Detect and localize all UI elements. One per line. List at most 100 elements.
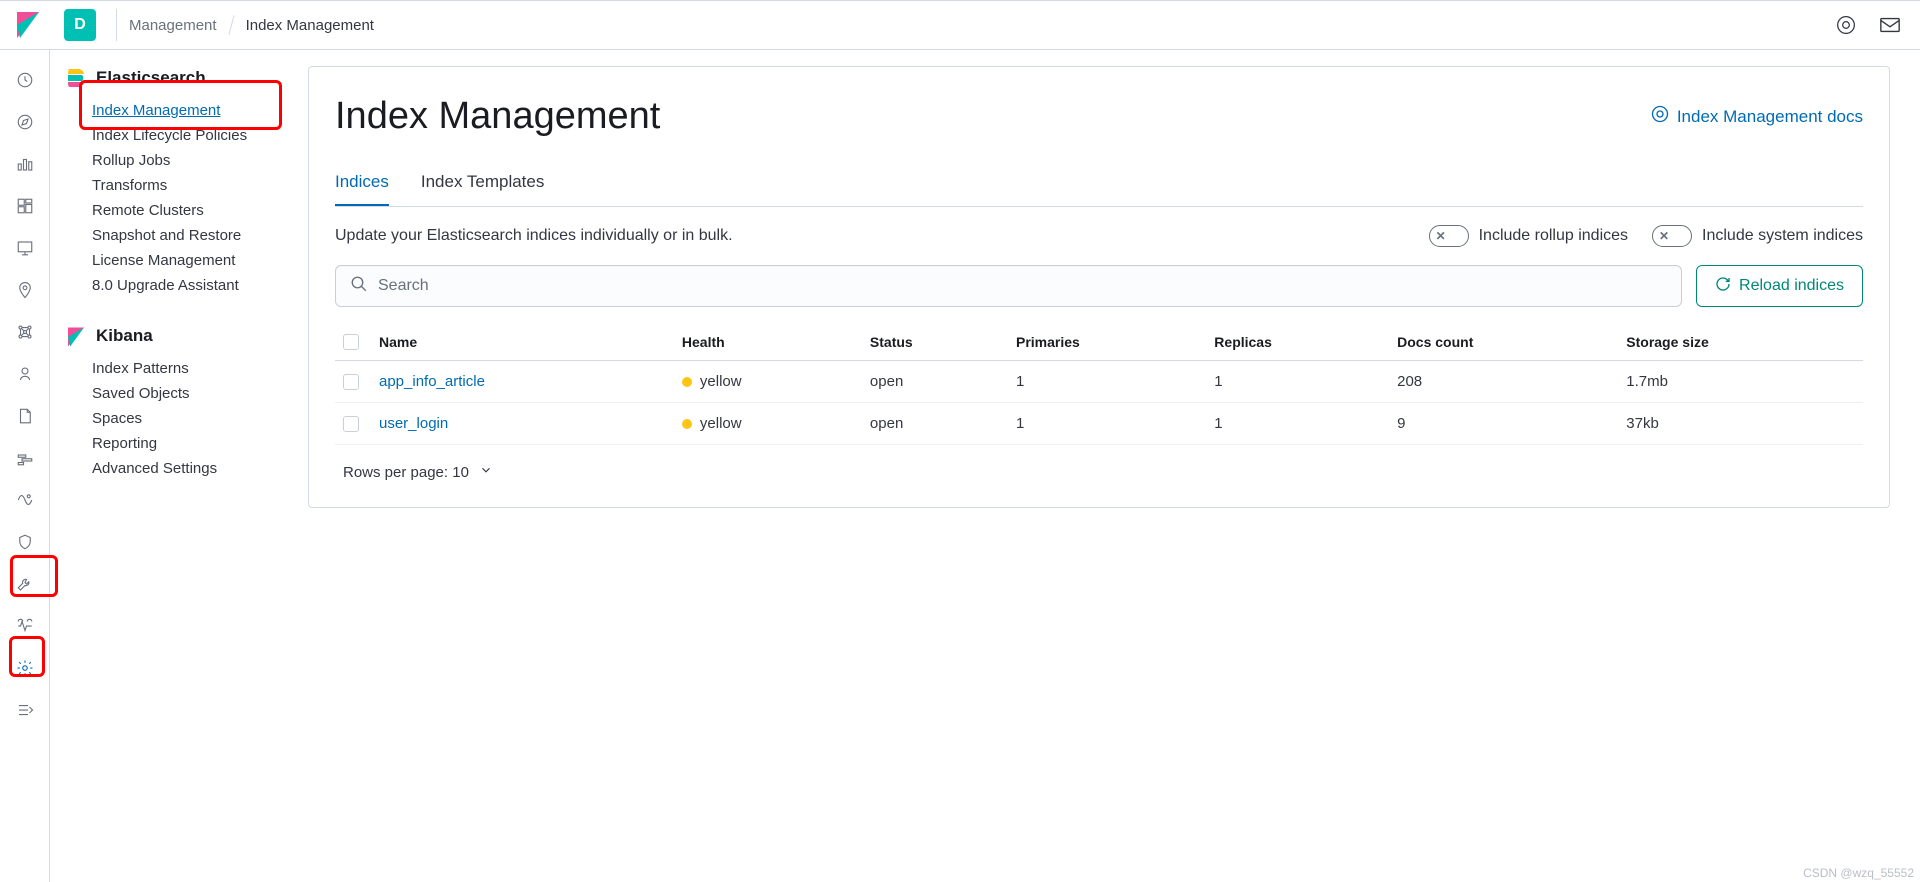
rail-collapse-icon[interactable] xyxy=(13,698,37,722)
sidebar: Elasticsearch Index Management Index Lif… xyxy=(50,50,308,882)
index-name-link[interactable]: user_login xyxy=(379,415,448,432)
sidebar-section-title: Kibana xyxy=(96,326,153,346)
breadcrumb: Management Index Management xyxy=(129,15,374,35)
sidebar-item-snapshot-restore[interactable]: Snapshot and Restore xyxy=(92,223,308,248)
storage-cell: 1.7mb xyxy=(1618,361,1863,403)
help-icon xyxy=(1651,105,1669,128)
health-text: yellow xyxy=(700,373,742,390)
toggle-rollup-indices[interactable]: ✕ Include rollup indices xyxy=(1429,225,1628,247)
indices-table: Name Health Status Primaries Replicas Do… xyxy=(335,325,1863,445)
col-storage[interactable]: Storage size xyxy=(1618,325,1863,361)
sidebar-item-ilm[interactable]: Index Lifecycle Policies xyxy=(92,123,308,148)
table-row: app_info_article yellow open 1 1 208 1.7… xyxy=(335,361,1863,403)
rail-apm-icon[interactable] xyxy=(13,446,37,470)
rail-ml-icon[interactable] xyxy=(13,320,37,344)
sidebar-heading-elasticsearch: Elasticsearch xyxy=(68,68,308,88)
toggle-system-indices[interactable]: ✕ Include system indices xyxy=(1652,225,1863,247)
space-selector[interactable]: D xyxy=(64,9,96,41)
rail-canvas-icon[interactable] xyxy=(13,236,37,260)
rail-maps-icon[interactable] xyxy=(13,278,37,302)
rail-nav xyxy=(0,50,50,882)
panel: Index Management Index Management docs I… xyxy=(308,66,1890,508)
health-text: yellow xyxy=(700,415,742,432)
rail-management-icon[interactable] xyxy=(13,656,37,680)
docs-link-label: Index Management docs xyxy=(1677,107,1863,127)
rail-recent-icon[interactable] xyxy=(13,68,37,92)
index-name-link[interactable]: app_info_article xyxy=(379,373,485,390)
search-box[interactable] xyxy=(335,265,1682,307)
kibana-icon xyxy=(68,327,86,345)
col-replicas[interactable]: Replicas xyxy=(1206,325,1389,361)
checkbox-all[interactable] xyxy=(343,334,359,350)
storage-cell: 37kb xyxy=(1618,403,1863,445)
mail-icon[interactable] xyxy=(1878,13,1902,37)
reload-button[interactable]: Reload indices xyxy=(1696,265,1863,307)
sidebar-item-upgrade-assistant[interactable]: 8.0 Upgrade Assistant xyxy=(92,273,308,298)
primaries-cell: 1 xyxy=(1008,403,1206,445)
col-docs[interactable]: Docs count xyxy=(1389,325,1618,361)
docs-cell: 208 xyxy=(1389,361,1618,403)
rail-uptime-icon[interactable] xyxy=(13,488,37,512)
topbar: D Management Index Management xyxy=(0,0,1920,50)
sidebar-item-remote-clusters[interactable]: Remote Clusters xyxy=(92,198,308,223)
chevron-down-icon xyxy=(479,463,493,481)
search-icon xyxy=(350,275,368,298)
page-title: Index Management xyxy=(335,95,660,138)
sidebar-heading-kibana: Kibana xyxy=(68,326,308,346)
x-icon: ✕ xyxy=(1655,227,1673,245)
refresh-icon xyxy=(1715,276,1731,297)
sidebar-item-transforms[interactable]: Transforms xyxy=(92,173,308,198)
replicas-cell: 1 xyxy=(1206,403,1389,445)
breadcrumb-parent[interactable]: Management xyxy=(129,17,217,34)
space-letter: D xyxy=(74,16,86,34)
x-icon: ✕ xyxy=(1432,227,1450,245)
sidebar-item-index-management[interactable]: Index Management xyxy=(92,98,308,123)
tab-indices[interactable]: Indices xyxy=(335,162,389,206)
sidebar-section-kibana: Kibana Index Patterns Saved Objects Spac… xyxy=(68,326,308,481)
col-status[interactable]: Status xyxy=(862,325,1008,361)
rail-discover-icon[interactable] xyxy=(13,110,37,134)
sidebar-item-saved-objects[interactable]: Saved Objects xyxy=(92,381,308,406)
rail-siem-icon[interactable] xyxy=(13,530,37,554)
sidebar-item-license[interactable]: License Management xyxy=(92,248,308,273)
col-health[interactable]: Health xyxy=(674,325,862,361)
toggle-system-label: Include system indices xyxy=(1702,227,1863,245)
kibana-logo[interactable] xyxy=(8,5,48,45)
sidebar-item-advanced-settings[interactable]: Advanced Settings xyxy=(92,456,308,481)
rail-dashboard-icon[interactable] xyxy=(13,194,37,218)
col-name[interactable]: Name xyxy=(371,325,674,361)
sidebar-item-index-patterns[interactable]: Index Patterns xyxy=(92,356,308,381)
col-primaries[interactable]: Primaries xyxy=(1008,325,1206,361)
watermark: CSDN @wzq_55552 xyxy=(1803,866,1914,880)
sidebar-item-reporting[interactable]: Reporting xyxy=(92,431,308,456)
sidebar-section-elasticsearch: Elasticsearch Index Management Index Lif… xyxy=(68,68,308,298)
elasticsearch-icon xyxy=(68,69,86,87)
health-dot-icon xyxy=(682,419,692,429)
table-row: user_login yellow open 1 1 9 37kb xyxy=(335,403,1863,445)
sidebar-section-title: Elasticsearch xyxy=(96,68,206,88)
tabs: Indices Index Templates xyxy=(335,162,1863,207)
newsfeed-icon[interactable] xyxy=(1834,13,1858,37)
rail-devtools-icon[interactable] xyxy=(13,572,37,596)
status-cell: open xyxy=(862,361,1008,403)
primaries-cell: 1 xyxy=(1008,361,1206,403)
reload-label: Reload indices xyxy=(1739,277,1844,295)
toggle-rollup-label: Include rollup indices xyxy=(1479,227,1628,245)
divider xyxy=(116,9,117,41)
rail-monitoring-icon[interactable] xyxy=(13,614,37,638)
sidebar-item-spaces[interactable]: Spaces xyxy=(92,406,308,431)
docs-cell: 9 xyxy=(1389,403,1618,445)
checkbox-row[interactable] xyxy=(343,374,359,390)
rail-visualize-icon[interactable] xyxy=(13,152,37,176)
checkbox-row[interactable] xyxy=(343,416,359,432)
sidebar-item-rollup[interactable]: Rollup Jobs xyxy=(92,148,308,173)
pager-label: Rows per page: 10 xyxy=(343,464,469,481)
tab-index-templates[interactable]: Index Templates xyxy=(421,162,544,206)
content: Index Management Index Management docs I… xyxy=(308,50,1920,882)
replicas-cell: 1 xyxy=(1206,361,1389,403)
docs-link[interactable]: Index Management docs xyxy=(1651,105,1863,128)
search-input[interactable] xyxy=(378,277,1667,295)
rows-per-page[interactable]: Rows per page: 10 xyxy=(335,463,1863,481)
rail-logs-icon[interactable] xyxy=(13,404,37,428)
rail-metrics-icon[interactable] xyxy=(13,362,37,386)
